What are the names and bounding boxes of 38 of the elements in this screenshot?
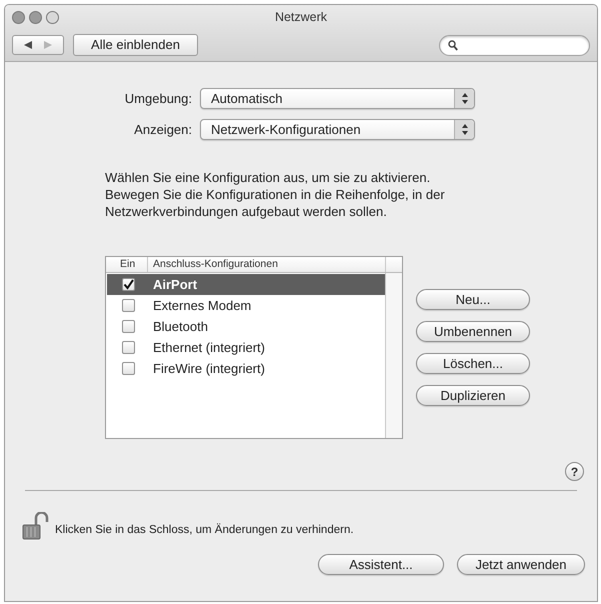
row-label: Externes Modem [152, 296, 252, 315]
list-action-button[interactable]: Umbenennen [416, 321, 530, 342]
row-label: AirPort [152, 276, 198, 294]
popup-menu[interactable]: Automatisch [200, 88, 475, 109]
window-title: Netzwerk [274, 9, 328, 26]
lock-hint-text: Klicken Sie in das Schloss, um Änderungen zu verhindern. [55, 522, 354, 538]
search-field[interactable] [439, 34, 590, 56]
window-control-icon[interactable] [46, 11, 59, 24]
show-all-button[interactable]: Alle einblenden [73, 34, 198, 56]
row-label: FireWire (integriert) [152, 360, 265, 378]
row-label: Ethernet (integriert) [152, 338, 265, 357]
footer-button[interactable]: Assistent... [318, 554, 444, 575]
column-header[interactable]: Anschluss-Konfigurationen [148, 257, 385, 272]
selected-list-row[interactable]: AirPort [107, 274, 385, 295]
checkbox[interactable] [122, 299, 135, 312]
search-icon [448, 40, 458, 50]
footer-button[interactable]: Jetzt anwenden [457, 554, 585, 575]
row-label: Bluetooth [152, 318, 208, 336]
back-forward-button[interactable] [12, 35, 64, 55]
window-control-icon[interactable] [29, 11, 42, 24]
list-action-button[interactable]: Neu... [416, 289, 530, 310]
checkbox[interactable] [122, 362, 135, 375]
popup-menu[interactable]: Netzwerk-Konfigurationen [200, 119, 475, 140]
checkbox[interactable] [122, 341, 135, 354]
up-down-arrows-icon [462, 124, 468, 135]
field-label: Umgebung: [124, 90, 192, 108]
window-control-icon[interactable] [12, 11, 25, 24]
column-header[interactable]: Ein [106, 257, 148, 272]
checkbox[interactable] [122, 320, 135, 333]
list-action-button[interactable]: Löschen... [416, 353, 530, 374]
checkbox[interactable] [122, 278, 135, 291]
up-down-arrows-icon [462, 93, 468, 104]
open-padlock-icon[interactable] [22, 512, 49, 540]
field-label: Anzeigen: [133, 120, 192, 139]
list-action-button[interactable]: Duplizieren [416, 385, 530, 406]
help-button[interactable]: ? [565, 462, 584, 481]
instructions-text: Wählen Sie eine Konfiguration aus, um sie zu aktivieren. Bewegen Sie die Konfigurationen in die Reihenfolge, in der Netzwerkverbindungen aufgebaut werden sollen. [105, 169, 446, 220]
back-arrow-icon[interactable] [24, 41, 32, 49]
